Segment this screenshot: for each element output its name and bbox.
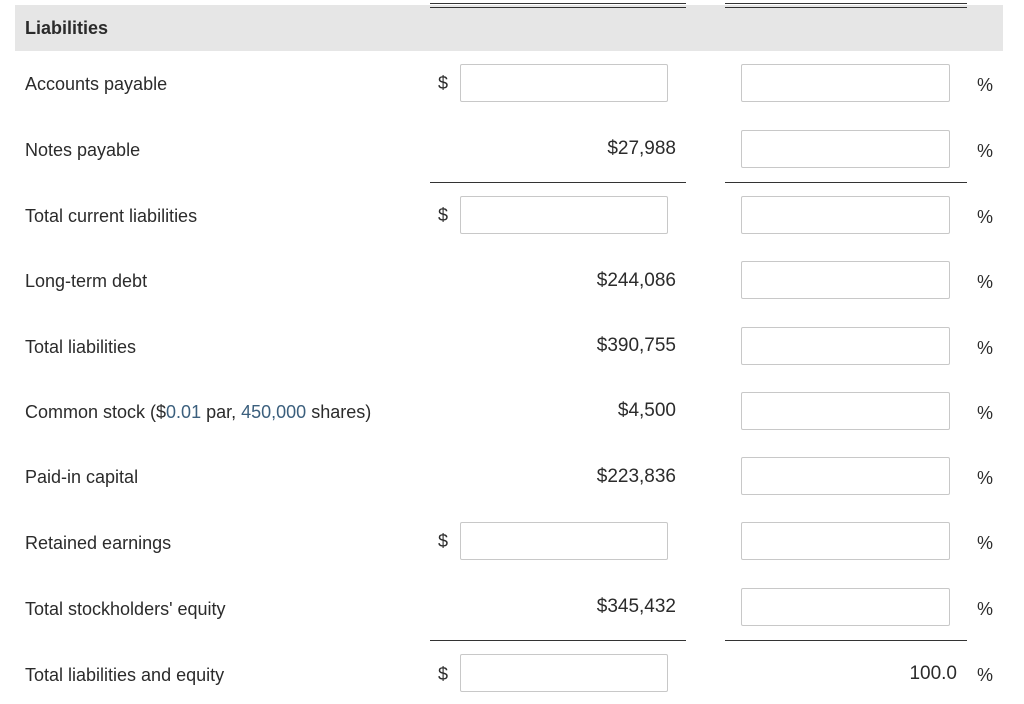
notes-payable-percent-input[interactable] [741, 130, 950, 168]
common-stock-par-value: 0.01 [166, 402, 202, 422]
percent-total-rule [725, 640, 967, 641]
row-label-total-liabilities-and-equity: Total liabilities and equity [25, 665, 225, 685]
percent-sign: % [977, 665, 994, 685]
accounts-payable-amount-input[interactable] [460, 64, 668, 102]
total-stockholders-equity-amount: $345,432 [596, 596, 676, 617]
amount-column-top-rule [430, 3, 686, 8]
accounts-payable-percent-input[interactable] [741, 64, 950, 102]
amount-total-rule [430, 640, 686, 641]
common-stock-label-prefix: Common stock ($ [25, 402, 167, 422]
percent-sign: % [977, 403, 994, 423]
dollar-sign: $ [438, 205, 449, 225]
row-label-total-current-liabilities: Total current liabilities [25, 206, 198, 226]
paid-in-capital-amount: $223,836 [596, 466, 676, 487]
row-label-common-stock: Common stock ($0.01 par, 450,000 shares) [25, 401, 371, 423]
percent-sign: % [977, 599, 994, 619]
retained-earnings-percent-input[interactable] [741, 522, 950, 560]
row-label-accounts-payable: Accounts payable [25, 74, 168, 94]
row-label-total-stockholders-equity: Total stockholders' equity [25, 599, 226, 619]
percent-column-top-rule [725, 3, 967, 8]
row-label-retained-earnings: Retained earnings [25, 533, 172, 553]
total-stockholders-equity-percent-input[interactable] [741, 588, 950, 626]
dollar-sign: $ [438, 664, 449, 684]
row-label-paid-in-capital: Paid-in capital [25, 467, 139, 487]
common-stock-share-count: 450,000 [241, 402, 307, 422]
percent-sign: % [977, 272, 994, 292]
common-stock-amount: $4,500 [617, 400, 676, 421]
total-current-liabilities-percent-input[interactable] [741, 196, 950, 234]
amount-subtotal-rule [430, 182, 686, 183]
total-liabilities-and-equity-percent: 100.0 [909, 663, 957, 684]
common-stock-label-mid: par, [201, 402, 242, 422]
common-stock-percent-input[interactable] [741, 392, 950, 430]
row-label-long-term-debt: Long-term debt [25, 271, 148, 291]
percent-sign: % [977, 207, 994, 227]
long-term-debt-amount: $244,086 [596, 270, 676, 291]
section-header: Liabilities [15, 5, 1003, 51]
dollar-sign: $ [438, 73, 449, 93]
row-label-total-liabilities: Total liabilities [25, 337, 137, 357]
total-liabilities-percent-input[interactable] [741, 327, 950, 365]
paid-in-capital-percent-input[interactable] [741, 457, 950, 495]
section-title: Liabilities [25, 18, 109, 38]
retained-earnings-amount-input[interactable] [460, 522, 668, 560]
percent-subtotal-rule [725, 182, 967, 183]
total-current-liabilities-amount-input[interactable] [460, 196, 668, 234]
percent-sign: % [977, 75, 994, 95]
dollar-sign: $ [438, 531, 449, 551]
total-liabilities-and-equity-amount-input[interactable] [460, 654, 668, 692]
total-liabilities-amount: $390,755 [596, 335, 676, 356]
percent-sign: % [977, 141, 994, 161]
long-term-debt-percent-input[interactable] [741, 261, 950, 299]
row-label-notes-payable: Notes payable [25, 140, 141, 160]
percent-sign: % [977, 468, 994, 488]
common-stock-label-suffix: shares) [306, 402, 372, 422]
notes-payable-amount: $27,988 [607, 138, 676, 159]
percent-sign: % [977, 338, 994, 358]
percent-sign: % [977, 533, 994, 553]
